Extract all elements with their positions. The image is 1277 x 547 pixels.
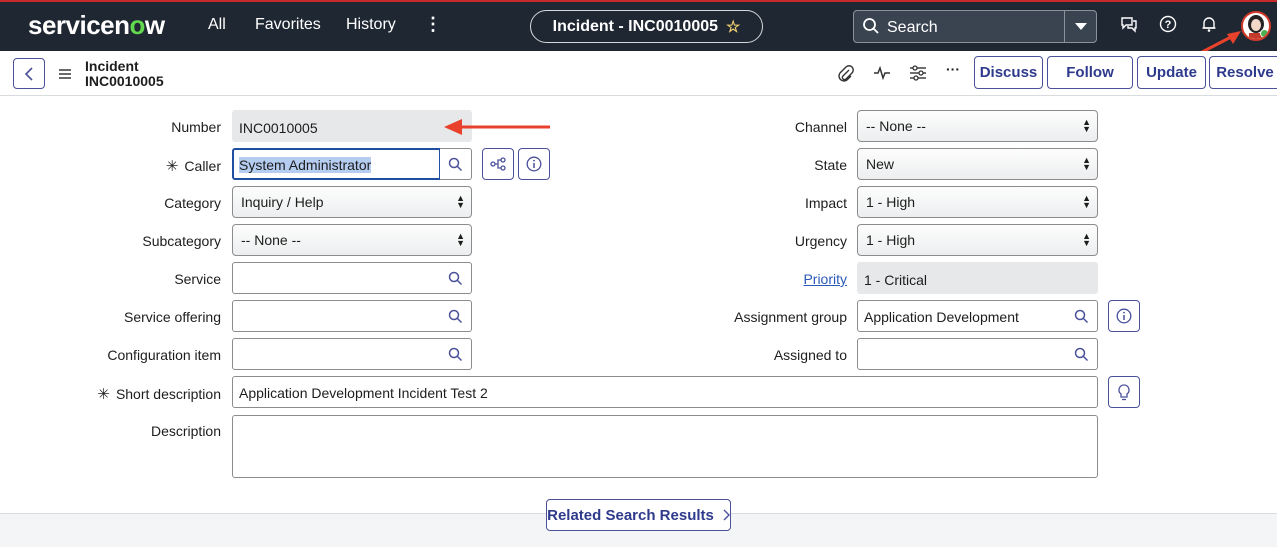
impact-select[interactable]: 1 - High ▲ ▼	[857, 186, 1098, 218]
search-icon	[1074, 309, 1089, 323]
description-textarea[interactable]	[232, 415, 1098, 478]
select-arrows-icon: ▲ ▼	[1082, 155, 1091, 172]
suggestion-button[interactable]	[1108, 376, 1140, 408]
state-select[interactable]: New ▲ ▼	[857, 148, 1098, 180]
select-arrows-icon: ▲ ▼	[1082, 231, 1091, 248]
record-number: INC0010005	[85, 73, 164, 89]
priority-label[interactable]: Priority	[0, 271, 847, 287]
online-status-badge	[1260, 29, 1269, 38]
global-search[interactable]: Search	[853, 10, 1097, 43]
urgency-label: Urgency	[794, 233, 847, 249]
top-navigation-bar: servicenow All Favorites History ⋮ Incid…	[0, 0, 1277, 51]
channel-select[interactable]: -- None -- ▲ ▼	[857, 110, 1098, 142]
svg-text:?: ?	[1165, 19, 1172, 31]
record-title: Incident INC0010005	[85, 59, 164, 89]
form-header: Incident INC0010005 ··· Discuss Follow U…	[0, 51, 1277, 96]
channel-label: Channel	[794, 119, 847, 135]
assigned-to-label: Assigned to	[773, 347, 847, 363]
user-avatar[interactable]	[1241, 11, 1271, 41]
back-button[interactable]	[13, 58, 45, 89]
nav-favorites[interactable]: Favorites	[255, 16, 321, 34]
search-icon	[863, 18, 879, 34]
context-title: Incident - INC0010005	[552, 17, 719, 35]
favorite-star-icon[interactable]: ☆	[726, 17, 740, 37]
more-options-button[interactable]: ···	[946, 61, 960, 77]
attachment-icon[interactable]	[838, 65, 854, 83]
priority-link[interactable]: Priority	[803, 271, 847, 287]
description-label: Description	[150, 423, 221, 439]
assignment-group-input[interactable]: Application Development	[857, 300, 1067, 332]
chevron-down-icon	[1074, 22, 1087, 30]
required-marker: ✳	[97, 386, 110, 403]
follow-button[interactable]: Follow	[1047, 56, 1133, 89]
context-title-pill[interactable]: Incident - INC0010005 ☆	[530, 10, 763, 43]
context-menu-icon[interactable]	[58, 68, 72, 80]
chevron-right-icon	[723, 509, 730, 521]
search-icon	[1074, 347, 1089, 361]
related-search-results-button[interactable]: Related Search Results	[546, 499, 731, 531]
resolve-button[interactable]: Resolve	[1209, 56, 1277, 89]
update-button[interactable]: Update	[1137, 56, 1206, 89]
servicenow-logo[interactable]: servicenow	[28, 10, 165, 41]
urgency-select[interactable]: 1 - High ▲ ▼	[857, 224, 1098, 256]
short-description-input[interactable]: Application Development Incident Test 2	[232, 376, 1098, 408]
info-icon	[1116, 308, 1132, 324]
activity-pulse-icon[interactable]	[873, 65, 891, 81]
nav-all[interactable]: All	[208, 16, 226, 34]
assignment-group-lookup-button[interactable]	[1066, 300, 1098, 332]
priority-field: 1 - Critical	[857, 262, 1098, 294]
nav-more-button[interactable]: ⋮	[424, 14, 442, 35]
lightbulb-icon	[1118, 383, 1130, 400]
select-arrows-icon: ▲ ▼	[1082, 193, 1091, 210]
assigned-to-input[interactable]	[857, 338, 1067, 370]
chat-icon[interactable]	[1120, 15, 1138, 33]
related-search-results-label: Related Search Results	[547, 506, 714, 524]
nav-history[interactable]: History	[346, 16, 396, 34]
select-arrows-icon: ▲ ▼	[1082, 117, 1091, 134]
impact-label: Impact	[804, 195, 847, 211]
assigned-to-lookup-button[interactable]	[1066, 338, 1098, 370]
chevron-left-icon	[24, 66, 33, 81]
personalize-settings-icon[interactable]	[909, 65, 927, 81]
assignment-group-info-button[interactable]	[1108, 300, 1140, 332]
search-scope-dropdown[interactable]	[1064, 11, 1096, 42]
discuss-button[interactable]: Discuss	[974, 56, 1043, 89]
assignment-group-label: Assignment group	[734, 309, 847, 325]
short-description-label: ✳ Short description	[97, 386, 221, 403]
state-label: State	[814, 157, 847, 173]
record-type: Incident	[85, 58, 139, 74]
search-placeholder: Search	[887, 19, 938, 36]
